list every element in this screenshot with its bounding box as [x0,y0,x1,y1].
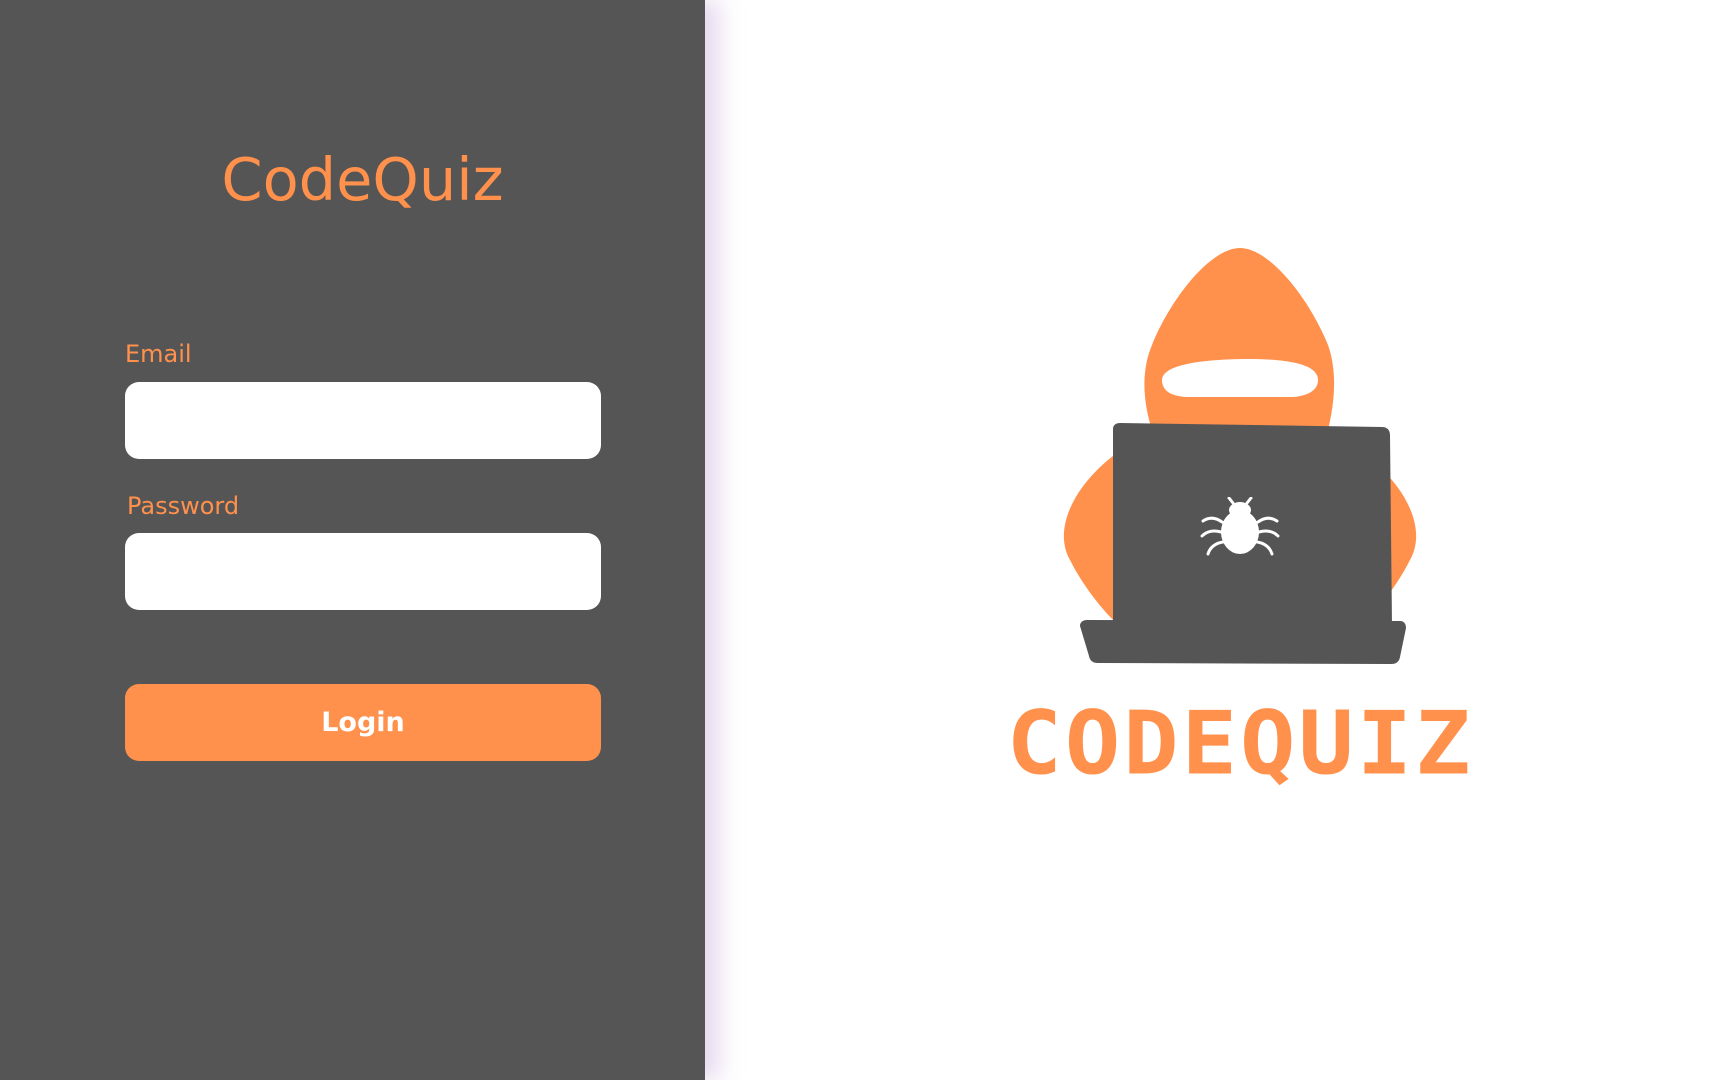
hooded-hacker-laptop-icon [1063,248,1417,664]
login-panel: CodeQuiz Email Password Login [0,0,705,1080]
email-label: Email [125,340,192,368]
password-label: Password [127,492,240,520]
login-button[interactable]: Login [125,684,601,761]
password-input[interactable] [125,533,601,610]
codequiz-logo: CODEQUIZ [930,245,1550,795]
email-input[interactable] [125,382,601,459]
app-title: CodeQuiz [221,145,504,214]
logo-wordmark: CODEQUIZ [1006,692,1474,795]
bug-icon [1200,497,1280,556]
